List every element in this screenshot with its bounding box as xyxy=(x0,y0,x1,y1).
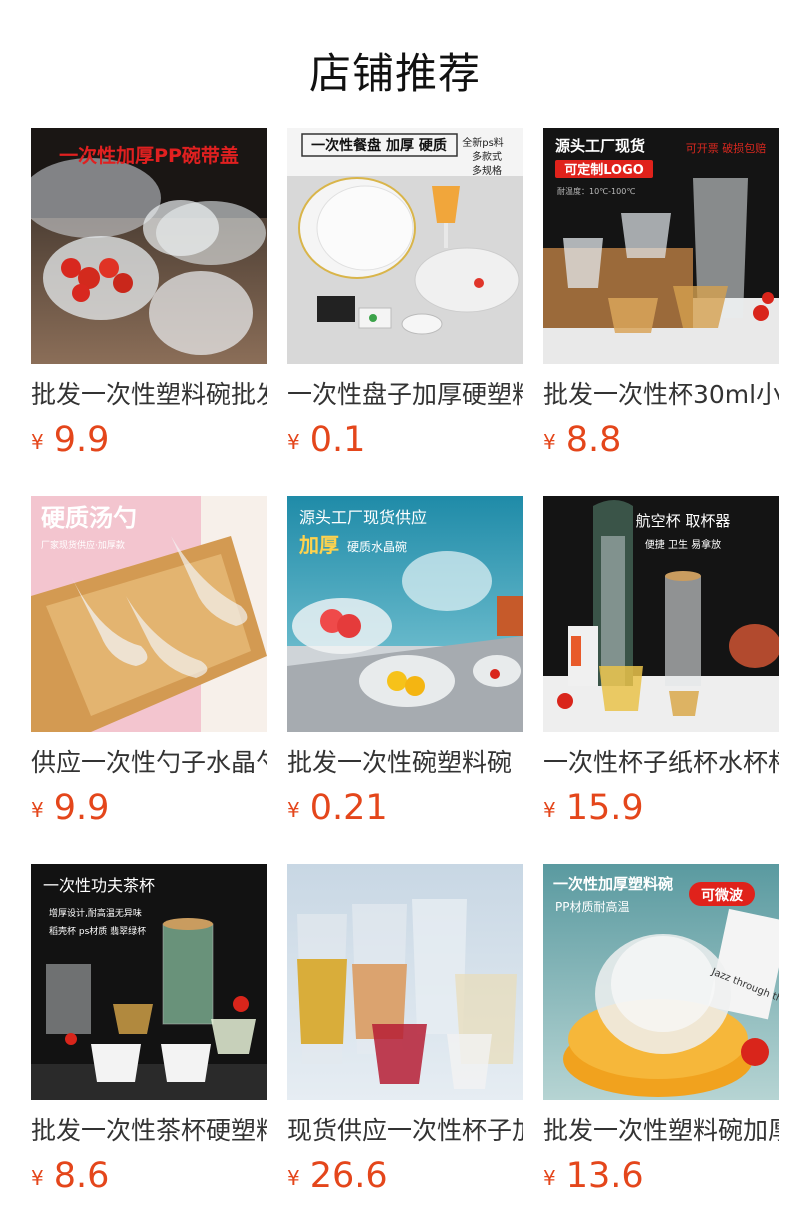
product-image[interactable]: 硬质汤勺 厂家现货供应·加厚款 xyxy=(31,496,267,732)
image-note: 耐温度：10℃-100℃ xyxy=(557,186,635,196)
image-headline: 一次性功夫茶杯 xyxy=(43,876,155,895)
currency-symbol: ¥ xyxy=(543,430,556,454)
currency-symbol: ¥ xyxy=(31,430,44,454)
image-headline: 源头工厂现货 xyxy=(555,137,645,155)
product-card[interactable]: 一次性加厚塑料碗 PP材质耐高温 可微波 Jazz through the 批发… xyxy=(543,864,779,1202)
product-price: ¥8.8 xyxy=(543,420,779,466)
product-name[interactable]: 一次性盘子加厚硬塑料 xyxy=(287,378,523,412)
price-value: 13.6 xyxy=(565,1156,644,1196)
product-card[interactable]: 一次性餐盘 加厚 硬质 全新ps料 多款式 多规格 一次性盘子加厚硬塑料 ¥0.… xyxy=(287,128,523,466)
product-name[interactable]: 一次性杯子纸杯水杯杯 xyxy=(543,746,779,780)
product-image[interactable]: 一次性加厚PP碗带盖 xyxy=(31,128,267,364)
product-card[interactable]: 航空杯 取杯器 便捷 卫生 易拿放 一次性杯子纸杯水杯杯 ¥15.9 xyxy=(543,496,779,834)
image-line: 多规格 xyxy=(472,164,502,177)
image-headline: 硬质汤勺 xyxy=(41,503,137,532)
currency-symbol: ¥ xyxy=(31,1166,44,1190)
product-price: ¥9.9 xyxy=(31,420,267,466)
price-value: 0.21 xyxy=(309,788,388,828)
image-headline: 一次性加厚塑料碗 xyxy=(553,875,673,893)
price-value: 0.1 xyxy=(309,420,366,460)
image-note: 可开票 破损包赔 xyxy=(686,141,767,155)
product-image[interactable] xyxy=(287,864,523,1100)
product-card[interactable]: 硬质汤勺 厂家现货供应·加厚款 供应一次性勺子水晶勺 ¥9.9 xyxy=(31,496,267,834)
currency-symbol: ¥ xyxy=(287,1166,300,1190)
image-sub: PP材质耐高温 xyxy=(555,899,629,914)
product-price: ¥0.1 xyxy=(287,420,523,466)
price-value: 9.9 xyxy=(53,420,110,460)
image-headline: 一次性加厚PP碗带盖 xyxy=(59,144,239,167)
product-name[interactable]: 批发一次性茶杯硬塑料 xyxy=(31,1114,267,1148)
image-sub: 硬质水晶碗 xyxy=(347,539,407,554)
product-name[interactable]: 供应一次性勺子水晶勺 xyxy=(31,746,267,780)
product-name[interactable]: 批发一次性塑料碗加厚 xyxy=(543,1114,779,1148)
product-card[interactable]: 源头工厂现货 可定制LOGO 可开票 破损包赔 耐温度：10℃-100℃ 批发一… xyxy=(543,128,779,466)
product-price: ¥13.6 xyxy=(543,1156,779,1202)
product-image[interactable]: 一次性功夫茶杯 增厚设计,耐高温无异味 稻壳杯 ps材质 翡翠绿杯 xyxy=(31,864,267,1100)
page-title: 店铺推荐 xyxy=(308,49,481,98)
product-card[interactable]: 一次性加厚PP碗带盖 批发一次性塑料碗批发 ¥9.9 xyxy=(31,128,267,466)
product-name[interactable]: 现货供应一次性杯子加 xyxy=(287,1114,523,1148)
image-sub: 便捷 卫生 易拿放 xyxy=(645,538,721,551)
product-name[interactable]: 批发一次性碗塑料碗 xyxy=(287,746,523,780)
image-line: 增厚设计,耐高温无异味 xyxy=(49,907,142,919)
currency-symbol: ¥ xyxy=(287,430,300,454)
product-card[interactable]: 一次性功夫茶杯 增厚设计,耐高温无异味 稻壳杯 ps材质 翡翠绿杯 批发一次性茶… xyxy=(31,864,267,1202)
image-badge: 可微波 xyxy=(701,887,744,904)
product-price: ¥26.6 xyxy=(287,1156,523,1202)
image-accent: 加厚 xyxy=(298,533,339,557)
currency-symbol: ¥ xyxy=(543,798,556,822)
price-value: 8.8 xyxy=(565,420,622,460)
product-price: ¥8.6 xyxy=(31,1156,267,1202)
price-value: 9.9 xyxy=(53,788,110,828)
image-line: 稻壳杯 ps材质 翡翠绿杯 xyxy=(49,925,146,937)
image-badge: 可定制LOGO xyxy=(564,162,644,178)
product-image[interactable]: 源头工厂现货供应 加厚 硬质水晶碗 xyxy=(287,496,523,732)
image-sub: 厂家现货供应·加厚款 xyxy=(41,539,125,551)
image-headline: 航空杯 取杯器 xyxy=(636,512,731,530)
price-value: 26.6 xyxy=(309,1156,388,1196)
product-card[interactable]: 现货供应一次性杯子加 ¥26.6 xyxy=(287,864,523,1202)
product-image[interactable]: 一次性加厚塑料碗 PP材质耐高温 可微波 Jazz through the xyxy=(543,864,779,1100)
product-image[interactable]: 一次性餐盘 加厚 硬质 全新ps料 多款式 多规格 xyxy=(287,128,523,364)
product-name[interactable]: 批发一次性杯30ml小 xyxy=(543,378,779,412)
image-headline: 源头工厂现货供应 xyxy=(299,508,427,527)
price-value: 8.6 xyxy=(53,1156,110,1196)
product-image[interactable]: 源头工厂现货 可定制LOGO 可开票 破损包赔 耐温度：10℃-100℃ xyxy=(543,128,779,364)
currency-symbol: ¥ xyxy=(31,798,44,822)
product-name[interactable]: 批发一次性塑料碗批发 xyxy=(31,378,267,412)
product-price: ¥9.9 xyxy=(31,788,267,834)
price-value: 15.9 xyxy=(565,788,644,828)
currency-symbol: ¥ xyxy=(287,798,300,822)
image-headline: 一次性餐盘 加厚 硬质 xyxy=(311,137,447,154)
image-line: 全新ps料 xyxy=(462,136,504,149)
image-line: 多款式 xyxy=(472,150,502,163)
product-image[interactable]: 航空杯 取杯器 便捷 卫生 易拿放 xyxy=(543,496,779,732)
product-card[interactable]: 源头工厂现货供应 加厚 硬质水晶碗 批发一次性碗塑料碗 ¥0.21 xyxy=(287,496,523,834)
currency-symbol: ¥ xyxy=(543,1166,556,1190)
product-price: ¥15.9 xyxy=(543,788,779,834)
product-price: ¥0.21 xyxy=(287,788,523,834)
